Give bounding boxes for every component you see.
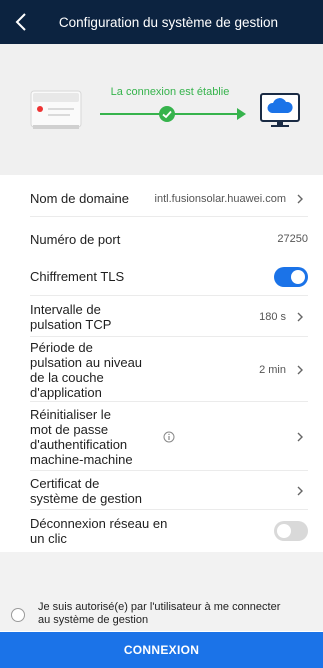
certificate-row[interactable]: Certificat de système de gestion [30, 472, 308, 510]
tcp-interval-label: Intervalle de pulsation TCP [30, 302, 111, 332]
check-circle-icon [159, 106, 175, 122]
m2m-reset-label-line: mot de passe [30, 421, 109, 437]
app-period-label-line: d'application [30, 384, 102, 400]
certificate-label-line: système de gestion [30, 490, 143, 506]
spacer-band [0, 552, 323, 600]
consent-text: Je suis autorisé(e) par l'utilisateur à … [38, 601, 320, 627]
connection-status-panel: La connexion est établie [0, 44, 323, 175]
m2m-reset-label-line: d'authentification [30, 436, 128, 452]
domain-row[interactable]: Nom de domaine intl.fusionsolar.huawei.c… [30, 181, 308, 217]
tcp-interval-value: 180 s [259, 310, 286, 323]
connect-button[interactable]: CONNEXION [0, 632, 323, 668]
info-icon[interactable] [163, 431, 175, 443]
back-arrow-icon[interactable] [10, 10, 34, 34]
m2m-reset-row[interactable]: Réinitialiser le mot de passe d'authenti… [30, 403, 308, 471]
app-period-label-line: pulsation au niveau [30, 354, 143, 370]
app-period-row[interactable]: Période de pulsation au niveau de la cou… [30, 338, 308, 402]
tls-label: Chiffrement TLS [30, 269, 125, 284]
app-header: Configuration du système de gestion [0, 0, 323, 44]
port-value: 27250 [277, 233, 308, 245]
tls-row: Chiffrement TLS [30, 258, 308, 296]
port-label: Numéro de port [30, 231, 121, 247]
port-row[interactable]: Numéro de port 27250 [30, 221, 308, 257]
consent-area: Je suis autorisé(e) par l'utilisateur à … [0, 600, 323, 631]
app-period-value: 2 min [259, 363, 286, 376]
domain-value: intl.fusionsolar.huawei.com [154, 192, 286, 205]
connection-arrow [237, 108, 246, 120]
chevron-right-icon [297, 432, 303, 441]
tcp-interval-label-line: pulsation TCP [30, 316, 112, 332]
toggle-knob [291, 269, 305, 284]
one-click-disconnect-label-line: Déconnexion réseau en [30, 516, 168, 531]
certificate-label: Certificat de système de gestion [30, 476, 142, 506]
consent-text-line: Je suis autorisé(e) par l'utilisateur à … [38, 601, 281, 613]
tls-toggle[interactable] [274, 266, 308, 287]
app-period-label-line: de la couche [30, 369, 104, 385]
chevron-right-icon [297, 365, 303, 374]
inverter-device-icon [30, 90, 82, 129]
app-period-label-line: Période de [30, 339, 93, 355]
domain-label: Nom de domaine [30, 191, 129, 206]
one-click-disconnect-row: Déconnexion réseau en un clic [30, 511, 308, 551]
chevron-right-icon [297, 486, 303, 495]
cloud-monitor-icon [260, 93, 300, 127]
tcp-interval-label-line: Intervalle de [30, 301, 101, 317]
one-click-disconnect-label: Déconnexion réseau en un clic [30, 516, 167, 546]
m2m-reset-label-line: machine-machine [30, 451, 133, 467]
m2m-reset-label-line: Réinitialiser le [30, 406, 111, 422]
consent-radio[interactable] [11, 608, 25, 622]
one-click-disconnect-toggle[interactable] [274, 521, 308, 541]
page-title: Configuration du système de gestion [58, 14, 279, 30]
tcp-interval-row[interactable]: Intervalle de pulsation TCP 180 s [30, 297, 308, 337]
consent-text-line: au système de gestion [38, 614, 149, 626]
app-period-label: Période de pulsation au niveau de la cou… [30, 340, 142, 400]
one-click-disconnect-label-line: un clic [30, 531, 67, 546]
toggle-knob [277, 524, 291, 538]
chevron-right-icon [297, 194, 303, 203]
m2m-reset-label: Réinitialiser le mot de passe d'authenti… [30, 407, 133, 467]
certificate-label-line: Certificat de [30, 475, 100, 491]
connection-status-text: La connexion est établie [110, 86, 230, 98]
chevron-right-icon [297, 312, 303, 321]
